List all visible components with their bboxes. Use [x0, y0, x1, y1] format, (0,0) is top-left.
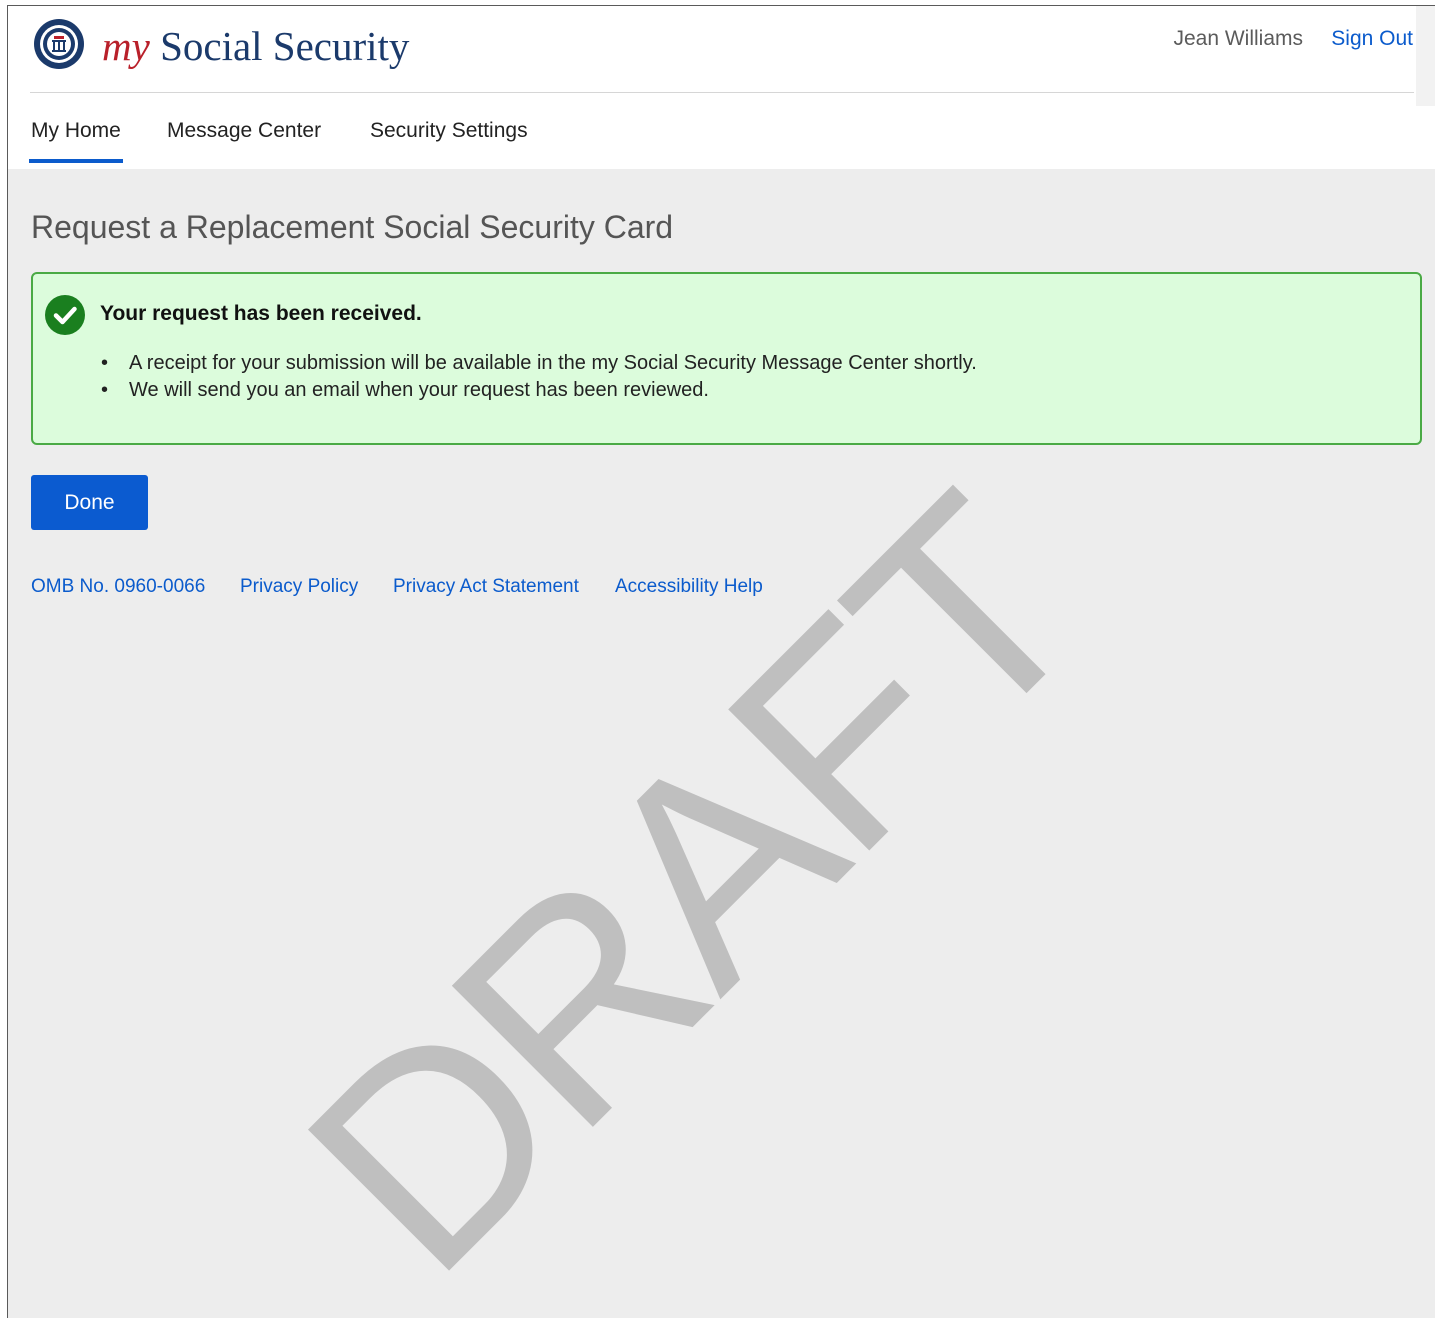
user-name: Jean Williams: [1173, 27, 1303, 50]
footer-omb-number[interactable]: OMB No. 0960-0066: [31, 576, 205, 598]
main-nav: My Home Message Center Security Settings: [8, 119, 1435, 169]
alert-list: • A receipt for your submission will be a…: [101, 350, 977, 404]
brand-social-security: Social Security: [160, 23, 410, 69]
app-frame: my Social Security Jean Williams Sign Ou…: [7, 5, 1435, 1331]
brand-title[interactable]: my Social Security: [102, 20, 409, 72]
alert-item-email: We will send you an email when your requ…: [129, 379, 709, 401]
alert-heading: Your request has been received.: [100, 302, 422, 325]
nav-my-home[interactable]: My Home: [29, 119, 123, 163]
nav-security-settings[interactable]: Security Settings: [370, 119, 528, 159]
list-item: • We will send you an email when your req…: [101, 379, 709, 401]
success-alert: Your request has been received. • A recei…: [31, 272, 1422, 445]
brand-my: my: [102, 23, 150, 69]
alert-item-receipt: A receipt for your submission will be av…: [129, 352, 977, 374]
draft-watermark: DRAFT: [246, 439, 1139, 1332]
nav-message-center[interactable]: Message Center: [167, 119, 321, 159]
check-circle-icon: [45, 295, 85, 335]
ssa-seal-icon: [34, 19, 84, 69]
done-button[interactable]: Done: [31, 475, 148, 530]
site-header: my Social Security Jean Williams Sign Ou…: [8, 6, 1435, 169]
header-divider: [30, 92, 1414, 93]
list-item: • A receipt for your submission will be a…: [101, 352, 977, 374]
scrollbar[interactable]: [1416, 6, 1435, 106]
page-title: Request a Replacement Social Security Ca…: [31, 209, 674, 245]
sign-out-link[interactable]: Sign Out: [1331, 27, 1413, 51]
footer-accessibility-help[interactable]: Accessibility Help: [615, 576, 763, 598]
footer-privacy-policy[interactable]: Privacy Policy: [240, 576, 358, 598]
footer-privacy-act-statement[interactable]: Privacy Act Statement: [393, 576, 579, 598]
